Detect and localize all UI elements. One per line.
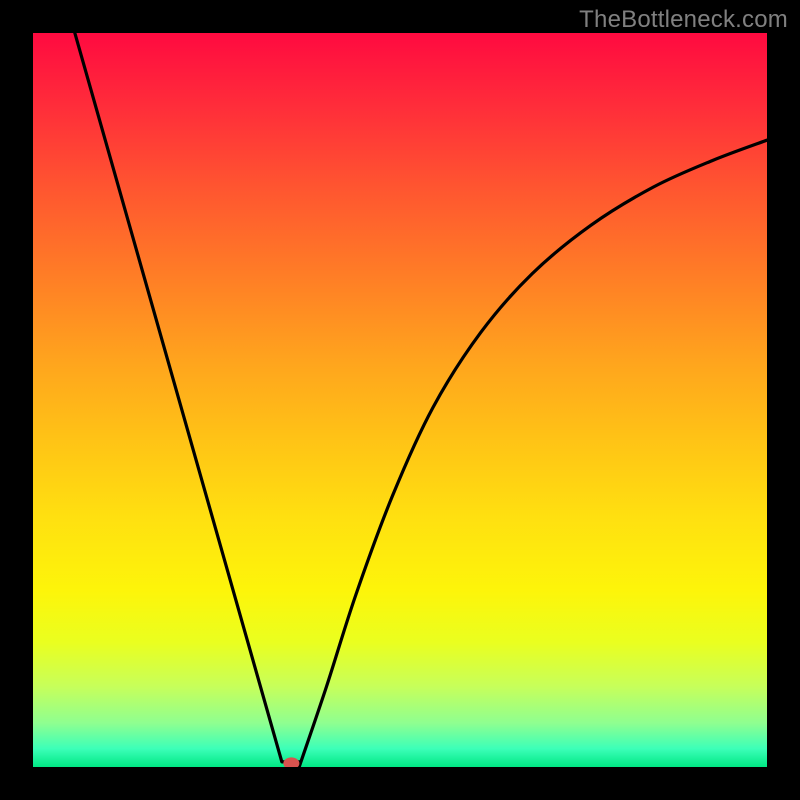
chart-svg <box>33 33 767 767</box>
plot-area <box>33 33 767 767</box>
minimum-marker <box>283 757 299 767</box>
curve-group <box>75 33 767 767</box>
watermark-text: TheBottleneck.com <box>579 6 788 34</box>
bottleneck-curve <box>75 33 767 767</box>
chart-frame: TheBottleneck.com <box>0 0 800 800</box>
